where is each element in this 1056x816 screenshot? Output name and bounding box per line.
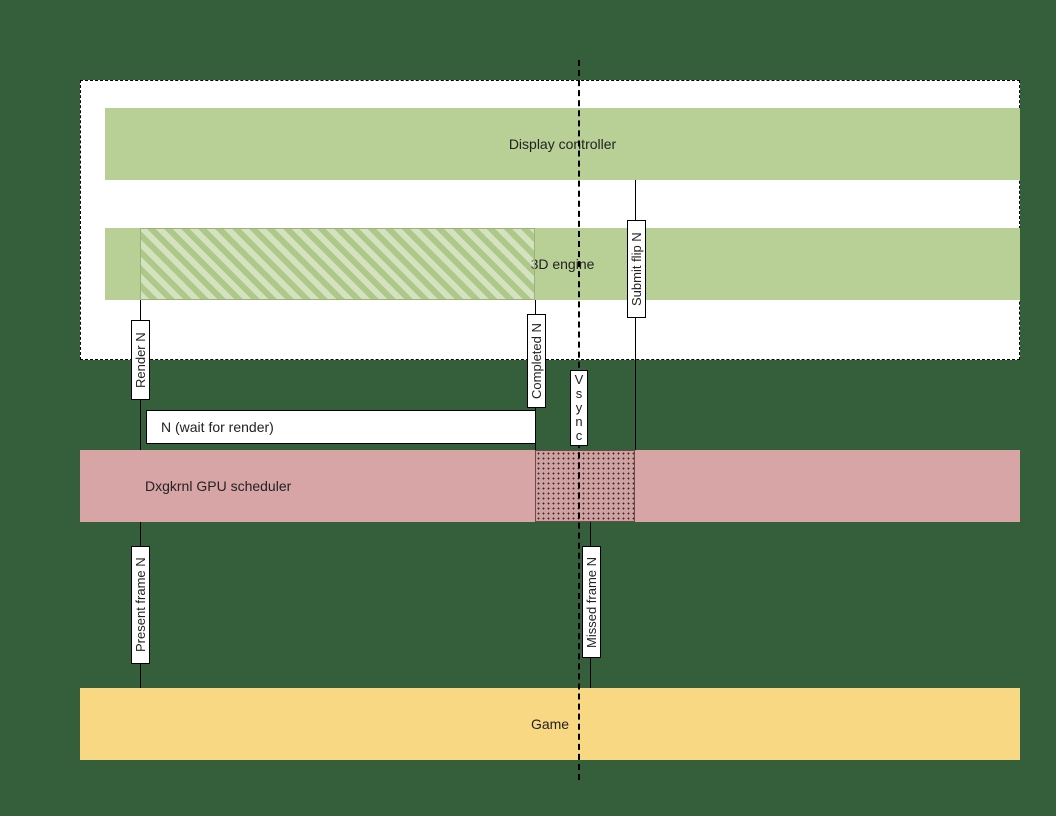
- lane-display-controller: Display controller: [105, 108, 1020, 180]
- label-completed-n: Completed N: [527, 314, 546, 408]
- wait-for-render-box: N (wait for render): [146, 410, 536, 444]
- label-game: Game: [531, 716, 569, 732]
- dxgkrnl-dotted-block: [535, 450, 635, 522]
- label-wait-for-render: N (wait for render): [161, 419, 274, 435]
- label-present-frame-n: Present frame N: [131, 546, 150, 664]
- render-n-block: [140, 228, 535, 300]
- label-vsync: Vsync: [570, 370, 588, 446]
- label-render-n: Render N: [131, 320, 150, 400]
- label-missed-frame-n: Missed frame N: [582, 546, 601, 658]
- label-3d-engine: 3D engine: [531, 256, 595, 272]
- label-submit-flip-n: Submit flip N: [627, 220, 646, 318]
- label-dxgkrnl: Dxgkrnl GPU scheduler: [145, 478, 291, 494]
- lane-game: Game: [80, 688, 1020, 760]
- diagram-stage: Display controller 3D engine Dxgkrnl GPU…: [0, 0, 1056, 816]
- label-display-controller: Display controller: [509, 136, 616, 152]
